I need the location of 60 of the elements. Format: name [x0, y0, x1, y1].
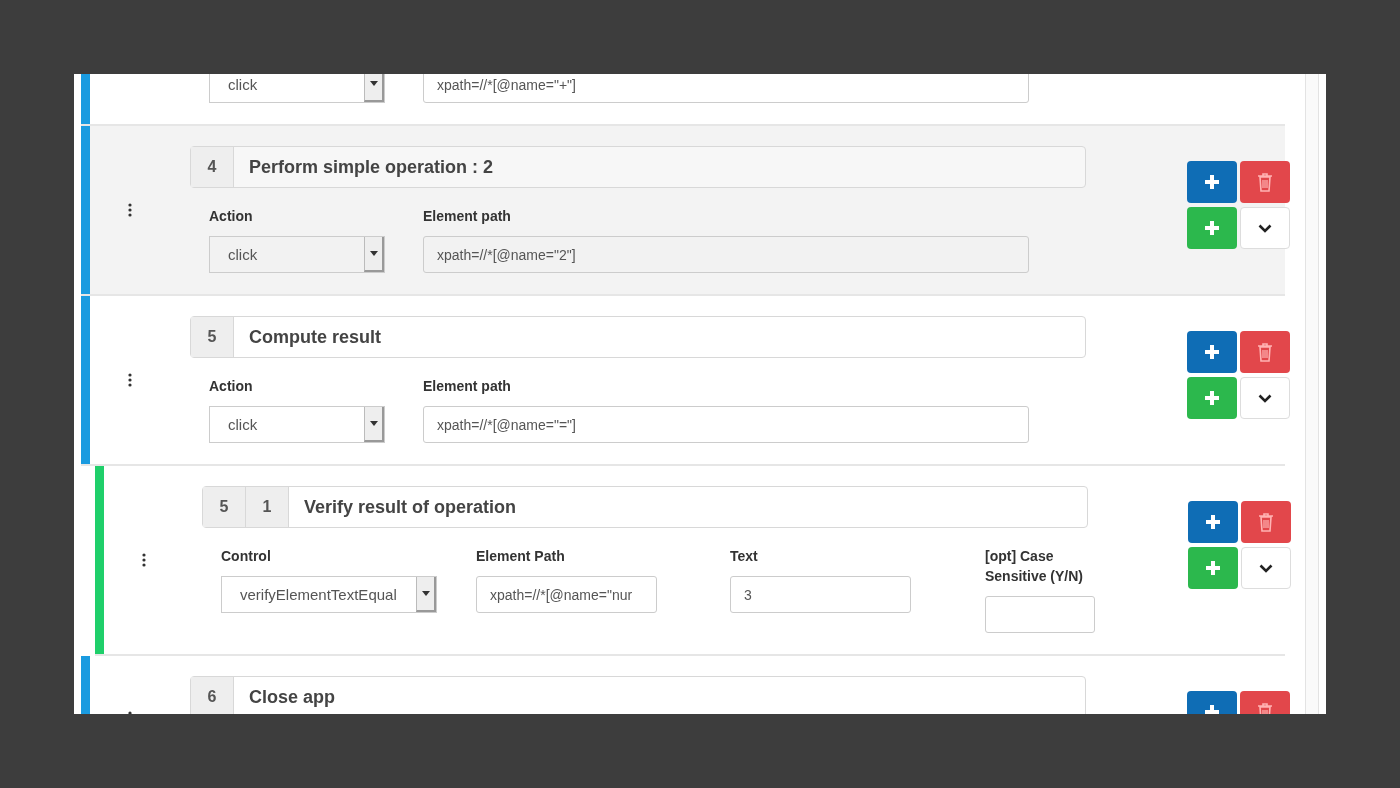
step-number: 1 [246, 487, 289, 527]
input-field[interactable]: xpath=//*[@name="+"] [423, 74, 1029, 103]
drag-handle-icon[interactable] [128, 203, 132, 217]
field-label: Element Path [476, 547, 566, 566]
add-substep-button[interactable] [1187, 207, 1237, 249]
chevron-down-icon [1258, 223, 1272, 233]
plus-icon [1204, 513, 1222, 531]
step-title[interactable]: Close app [234, 677, 336, 714]
delete-button[interactable] [1241, 501, 1291, 543]
add-substep-button[interactable] [1188, 547, 1238, 589]
expand-button[interactable] [1240, 207, 1290, 249]
field-label: [opt] Case Sensitive (Y/N) [985, 547, 1085, 586]
caret-icon [369, 81, 378, 86]
add-substep-button[interactable] [1187, 377, 1237, 419]
field-label: Action [209, 377, 254, 396]
plus-icon [1203, 173, 1221, 191]
add-step-button[interactable] [1187, 331, 1237, 373]
step-title[interactable]: Compute result [234, 317, 381, 357]
step-number: 4 [191, 147, 234, 187]
caret-icon [369, 251, 378, 256]
input-field[interactable] [985, 596, 1095, 633]
chevron-down-icon [1258, 393, 1272, 403]
action-dropdown[interactable]: click [209, 74, 385, 103]
step-title[interactable]: Perform simple operation : 2 [234, 147, 494, 187]
field-label: Control [221, 547, 272, 566]
plus-icon [1203, 219, 1221, 237]
trash-icon [1257, 172, 1273, 192]
input-field[interactable]: xpath=//*[@name="nur [476, 576, 657, 613]
trash-icon [1258, 512, 1274, 532]
expand-button[interactable] [1240, 377, 1290, 419]
chevron-down-icon [1259, 563, 1273, 573]
drag-handle-icon[interactable] [128, 373, 132, 387]
trash-icon [1257, 342, 1273, 362]
field-label: Element path [423, 207, 512, 226]
expand-button[interactable] [1241, 547, 1291, 589]
action-dropdown[interactable]: click [209, 406, 385, 443]
field-label: Element path [423, 377, 512, 396]
add-step-button[interactable] [1187, 161, 1237, 203]
action-dropdown[interactable]: click [209, 236, 385, 273]
action-dropdown[interactable]: verifyElementTextEqual [221, 576, 437, 613]
drag-handle-icon[interactable] [142, 553, 146, 567]
field-label: Action [209, 207, 254, 226]
caret-icon [421, 591, 430, 596]
delete-button[interactable] [1240, 161, 1290, 203]
delete-button[interactable] [1240, 331, 1290, 373]
step-number: 5 [191, 317, 234, 357]
input-field[interactable]: 3 [730, 576, 911, 613]
caret-icon [369, 421, 378, 426]
scrollbar[interactable] [1305, 74, 1319, 714]
input-field[interactable]: xpath=//*[@name="="] [423, 406, 1029, 443]
step-level-bar [81, 74, 90, 124]
input-field[interactable]: xpath=//*[@name="2"] [423, 236, 1029, 273]
field-label: Text [730, 547, 759, 566]
plus-icon [1204, 559, 1222, 577]
step-title[interactable]: Verify result of operation [289, 487, 517, 527]
step-number: 6 [191, 677, 234, 714]
plus-icon [1203, 389, 1221, 407]
add-step-button[interactable] [1188, 501, 1238, 543]
plus-icon [1203, 343, 1221, 361]
step-number: 5 [203, 487, 246, 527]
